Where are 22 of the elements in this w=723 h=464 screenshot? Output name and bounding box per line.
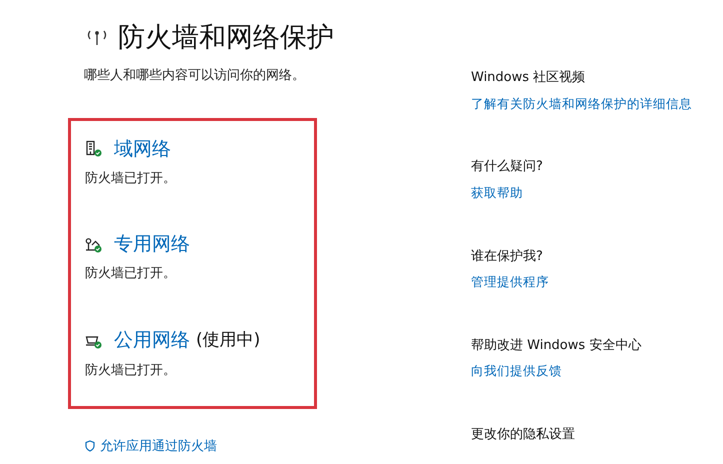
sidebar-link[interactable]: 了解有关防火墙和网络保护的详细信息: [471, 94, 692, 114]
network-link[interactable]: 专用网络: [114, 232, 190, 256]
firewall-status: 防火墙已打开。: [85, 362, 177, 380]
page-subtitle: 哪些人和哪些内容可以访问你的网络。: [84, 67, 306, 85]
shield-icon: [84, 440, 96, 452]
sidebar-heading: 谁在保护我?: [471, 248, 544, 266]
network-link[interactable]: 域网络: [114, 136, 171, 160]
firewall-status: 防火墙已打开。: [85, 265, 177, 283]
sidebar-heading: 有什么疑问?: [471, 158, 544, 176]
sidebar-link[interactable]: 获取帮助: [471, 184, 692, 202]
sidebar-link[interactable]: 向我们提供反馈: [471, 362, 692, 381]
sidebar-heading: 更改你的隐私设置: [471, 426, 576, 444]
sidebar-link[interactable]: 管理提供程序: [471, 273, 692, 292]
sidebar-heading: 帮助改进 Windows 安全中心: [471, 336, 642, 355]
firewall-status: 防火墙已打开。: [85, 170, 177, 188]
building-icon: [85, 140, 102, 157]
in-use-label: (使用中): [196, 328, 260, 352]
house-icon: [85, 236, 102, 252]
network-link[interactable]: 公用网络: [114, 328, 190, 352]
sidebar-heading: Windows 社区视频: [471, 69, 586, 87]
page-title: 防火墙和网络保护: [118, 21, 334, 55]
allow-app-link[interactable]: 允许应用通过防火墙: [100, 436, 217, 456]
